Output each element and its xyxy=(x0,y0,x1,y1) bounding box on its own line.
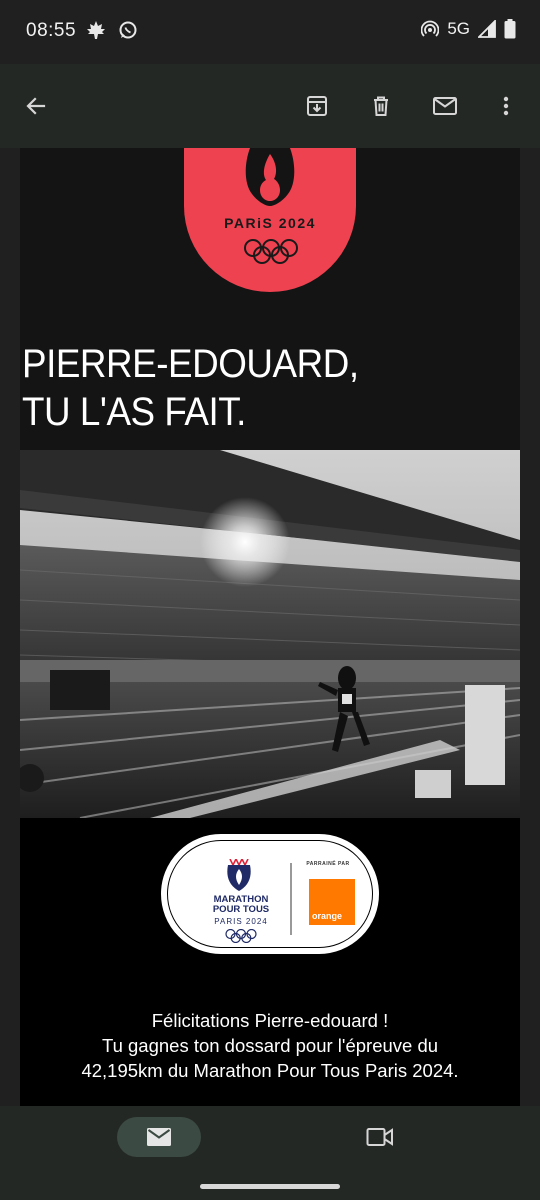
logo-text: PARiS 2024 xyxy=(224,215,316,231)
nav-meet-tab[interactable] xyxy=(360,1117,400,1157)
orange-logo: orange xyxy=(309,879,355,925)
more-vert-icon xyxy=(503,96,509,116)
marathon-flame-icon xyxy=(227,859,251,891)
signal-icon xyxy=(478,20,496,38)
back-arrow-icon xyxy=(26,97,46,115)
status-bar: 08:55 5G xyxy=(0,0,540,64)
headline: PIERRE-EDOUARD, TU L'AS FAIT. xyxy=(22,340,464,436)
olympic-rings-icon xyxy=(244,239,298,264)
maple-leaf-icon xyxy=(87,21,105,39)
network-type: 5G xyxy=(447,19,470,38)
email-app-bar xyxy=(0,64,540,148)
status-time: 08:55 xyxy=(26,20,77,41)
nav-mail-tab[interactable] xyxy=(117,1117,201,1157)
marathon-subtitle: PARIS 2024 xyxy=(214,917,268,926)
mail-icon xyxy=(147,1128,171,1146)
message-line-3: 42,195km du Marathon Pour Tous Paris 202… xyxy=(81,1060,459,1081)
headline-line-2: TU L'AS FAIT. xyxy=(22,390,246,434)
archive-icon xyxy=(307,96,327,116)
orange-logo-text: orange xyxy=(312,911,343,921)
email-content[interactable]: PARiS 2024 PIERRE-EDOUARD, TU L'AS FAIT. xyxy=(0,148,540,1106)
paris-2024-logo: PARiS 2024 xyxy=(184,148,356,292)
badge-divider xyxy=(290,863,292,935)
battery-icon xyxy=(504,19,516,39)
email-body: PARiS 2024 PIERRE-EDOUARD, TU L'AS FAIT. xyxy=(20,148,520,1106)
mark-unread-button[interactable] xyxy=(425,86,465,126)
gesture-bar[interactable] xyxy=(200,1184,340,1189)
stadium-photo xyxy=(20,450,520,818)
message-line-1: Félicitations Pierre-edouard ! xyxy=(151,1010,389,1031)
delete-icon xyxy=(374,96,388,116)
archive-button[interactable] xyxy=(297,86,337,126)
olympic-rings-small-icon xyxy=(225,929,257,943)
video-camera-icon xyxy=(366,1128,393,1146)
sponsor-label: PARRAINÉ PAR xyxy=(306,861,350,867)
headline-line-1: PIERRE-EDOUARD, xyxy=(22,342,359,386)
more-options-button[interactable] xyxy=(486,86,526,126)
marathon-title: MARATHON POUR TOUS xyxy=(212,894,270,915)
mark-unread-icon xyxy=(433,97,457,115)
marathon-badge[interactable]: MARATHON POUR TOUS PARIS 2024 PARRAINÉ P… xyxy=(161,834,379,954)
congratulations-message: Félicitations Pierre-edouard ! Tu gagnes… xyxy=(20,1008,520,1083)
flame-icon xyxy=(245,148,295,206)
hotspot-icon xyxy=(421,20,440,37)
delete-button[interactable] xyxy=(361,86,401,126)
message-line-2: Tu gagnes ton dossard pour l'épreuve du xyxy=(101,1035,439,1056)
whatsapp-icon xyxy=(119,21,137,39)
badge-inner: MARATHON POUR TOUS PARIS 2024 PARRAINÉ P… xyxy=(167,840,373,948)
bottom-navigation xyxy=(0,1106,540,1200)
back-button[interactable] xyxy=(16,86,56,126)
